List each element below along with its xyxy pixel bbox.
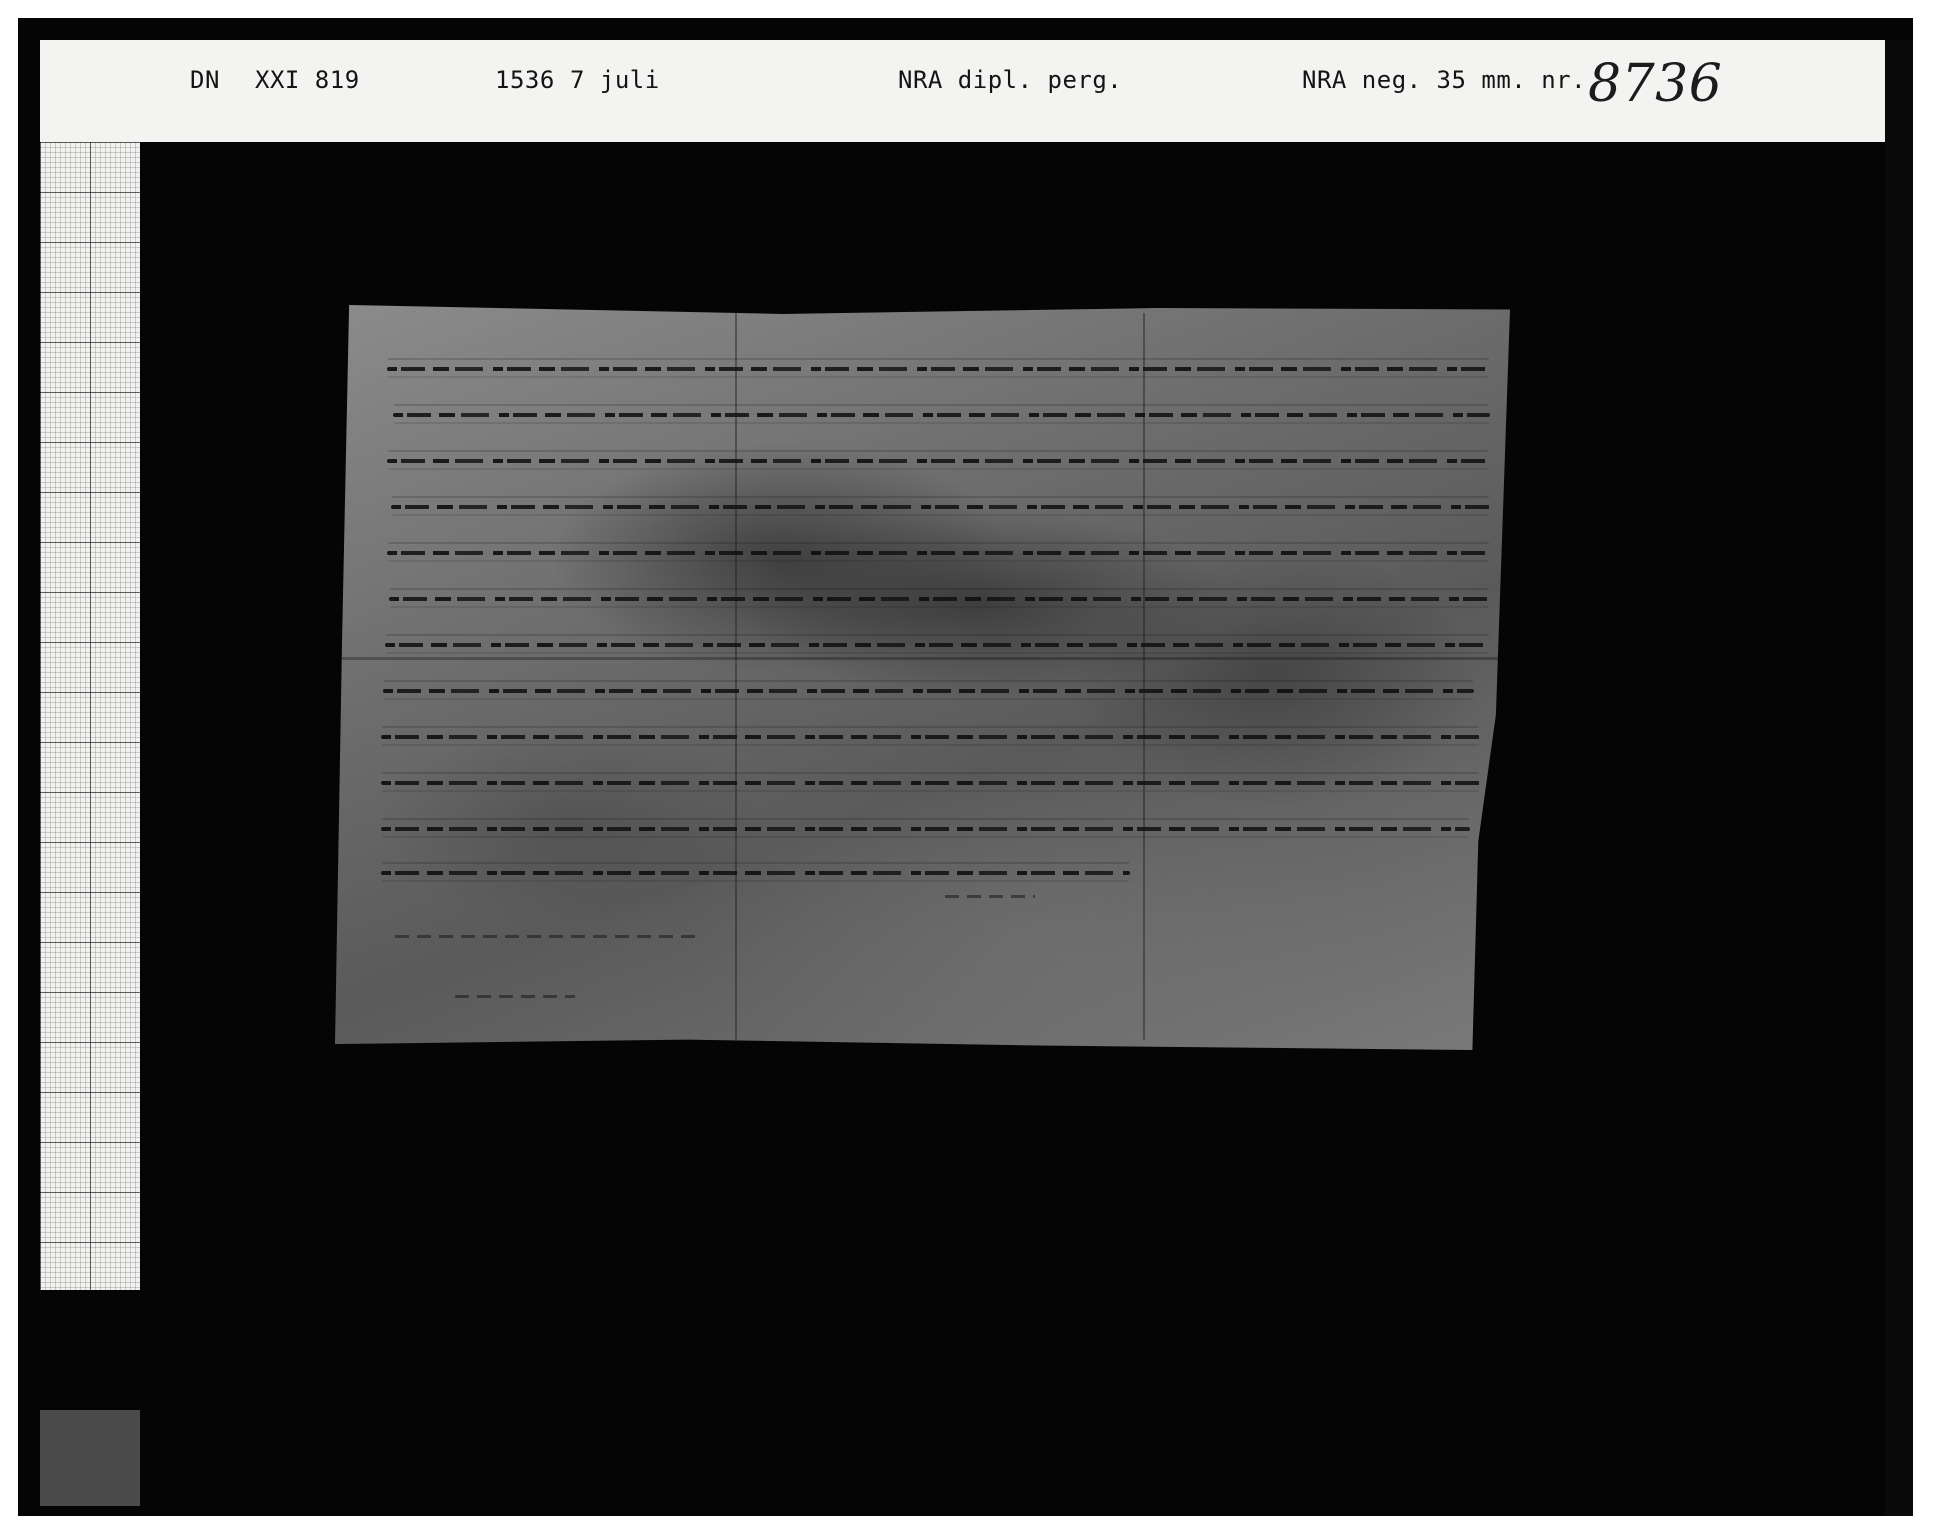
photo-frame: DN XXI 819 1536 7 juli NRA dipl. perg. N… bbox=[0, 0, 1947, 1536]
fold-line-horizontal bbox=[335, 657, 1510, 660]
handwriting-line bbox=[387, 367, 1490, 371]
handwriting-line bbox=[391, 505, 1490, 509]
right-edge bbox=[1885, 40, 1913, 1516]
handwriting-line bbox=[385, 643, 1490, 647]
handwriting-line bbox=[393, 413, 1490, 417]
negative-number: 8736 bbox=[1588, 54, 1723, 114]
endorsement-note bbox=[395, 935, 695, 938]
parchment-document bbox=[335, 305, 1510, 1050]
handwriting-line bbox=[381, 781, 1480, 785]
handwriting-line bbox=[383, 689, 1474, 693]
handwriting-line bbox=[387, 459, 1490, 463]
handwriting-line bbox=[381, 735, 1480, 739]
mm-scale-icon bbox=[40, 142, 140, 1290]
endorsement-note bbox=[455, 995, 575, 998]
handwriting-line bbox=[381, 827, 1470, 831]
year-label: 1536 bbox=[495, 66, 555, 94]
negative-label: NRA neg. 35 mm. nr. bbox=[1302, 66, 1587, 94]
grey-reference-patch bbox=[40, 1410, 140, 1506]
signature-mark bbox=[945, 895, 1035, 898]
date-label: 7 juli bbox=[570, 66, 660, 94]
archive-label: NRA dipl. perg. bbox=[898, 66, 1123, 94]
volume-label: XXI 819 bbox=[255, 66, 360, 94]
archive-label-strip: DN XXI 819 1536 7 juli NRA dipl. perg. N… bbox=[40, 40, 1885, 142]
fold-line-vertical bbox=[735, 313, 737, 1040]
handwriting-line bbox=[381, 871, 1130, 875]
fold-line-vertical bbox=[1143, 313, 1145, 1040]
series-label: DN bbox=[190, 66, 220, 94]
handwriting-line bbox=[387, 551, 1490, 555]
handwriting-line bbox=[389, 597, 1490, 601]
